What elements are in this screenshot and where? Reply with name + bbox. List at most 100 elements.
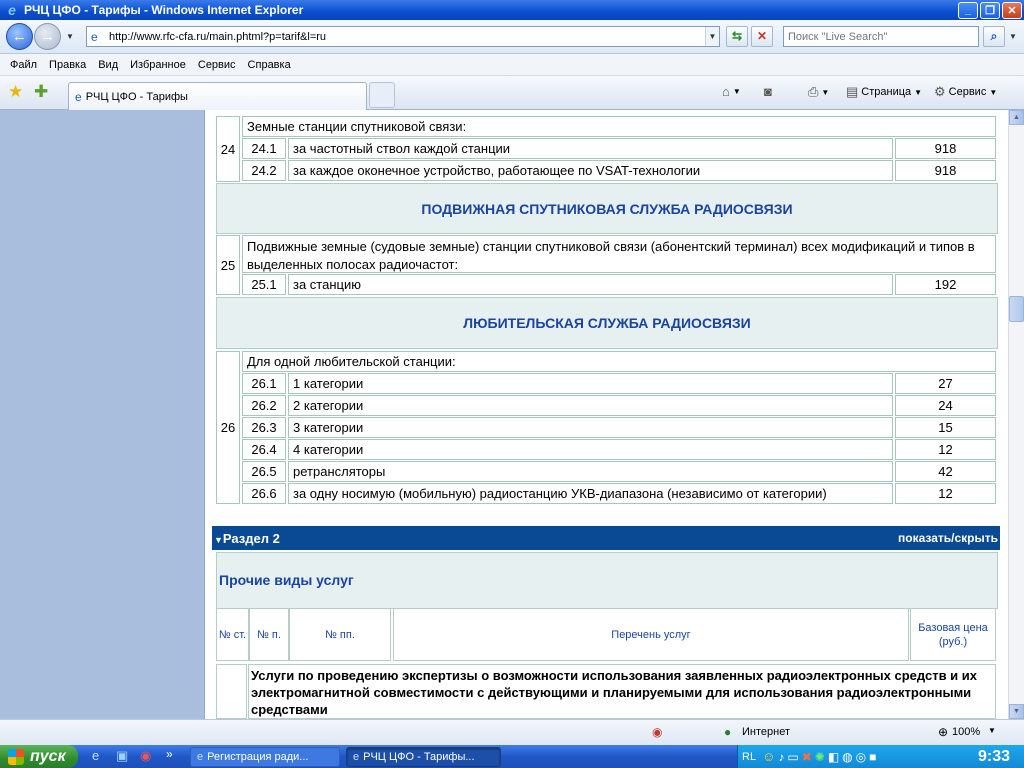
item-name: 3 категории — [288, 417, 893, 438]
back-button[interactable]: ← — [6, 23, 33, 50]
toggle-link[interactable]: показать/скрыть — [898, 531, 998, 545]
scroll-up-button[interactable]: ▲ — [1009, 110, 1024, 125]
item-name: за одну носимую (мобильную) радиостанцию… — [288, 483, 893, 504]
group-title-26: Для одной любительской станции: — [242, 351, 996, 372]
service-row-title: Услуги по проведению экспертизы о возмож… — [248, 664, 996, 719]
tray-app-icon[interactable]: ✺ — [815, 750, 825, 764]
section2-label: Раздел 2 — [222, 530, 280, 546]
zoom-icon: ⊕ — [938, 725, 949, 739]
url-input[interactable] — [109, 27, 705, 46]
window-titlebar[interactable]: e РЧЦ ЦФО - Тарифы - Windows Internet Ex… — [0, 0, 1024, 20]
clock[interactable]: 9:33 — [978, 745, 1010, 768]
menu-help[interactable]: Справка — [242, 59, 297, 71]
network-icon[interactable]: ▭ — [787, 750, 798, 764]
security-zone: Интернет — [742, 726, 790, 738]
page-menu-button[interactable]: ▤ Страница ▼ — [846, 84, 922, 100]
taskbar-button[interactable]: e Регистрация ради... — [190, 747, 340, 767]
tray-app-icon[interactable]: ◍ — [842, 750, 852, 764]
start-button[interactable]: пуск — [0, 745, 78, 768]
quicklaunch-more-icon[interactable]: » — [166, 747, 173, 761]
zoom-dropdown[interactable]: ▼ — [988, 726, 996, 735]
item-sub: 24.1 — [242, 138, 286, 159]
tray-app-icon[interactable]: ✖ — [802, 750, 812, 764]
home-icon: ⌂ — [722, 84, 730, 99]
quicklaunch-desktop-icon[interactable]: ▣ — [116, 748, 128, 764]
item-price: 24 — [895, 395, 996, 416]
search-options-dropdown[interactable]: ▼ — [1009, 32, 1017, 41]
search-input[interactable] — [784, 27, 978, 46]
tab-active[interactable]: e РЧЦ ЦФО - Тарифы — [68, 82, 367, 110]
address-field[interactable]: e ▼ — [86, 26, 720, 47]
page-icon: e — [75, 89, 82, 104]
printer-icon: ⎙ — [808, 84, 819, 99]
section2-header[interactable]: ▼Раздел 2 показать/скрыть — [212, 526, 1000, 550]
globe-icon: ● — [724, 725, 732, 739]
scroll-down-button[interactable]: ▼ — [1009, 704, 1024, 719]
search-icon[interactable]: ⌕ — [983, 26, 1005, 47]
tray-app-icon[interactable]: ◎ — [856, 750, 866, 764]
menu-view[interactable]: Вид — [92, 59, 124, 71]
new-tab-button[interactable] — [369, 82, 395, 108]
maximize-button[interactable]: ❐ — [980, 1, 1000, 19]
quicklaunch-ie-icon[interactable]: e — [92, 748, 99, 763]
chevron-down-icon[interactable]: ▼ — [705, 27, 719, 46]
item-sub: 26.1 — [242, 373, 286, 394]
group-title-25: Подвижные земные (судовые земные) станци… — [242, 235, 996, 273]
menu-edit[interactable]: Правка — [43, 59, 92, 71]
search-box[interactable] — [783, 26, 979, 47]
tariff-table: 24 Земные станции спутниковой связи: 24.… — [212, 110, 1000, 719]
menu-file[interactable]: Файл — [0, 59, 43, 71]
tab-label: РЧЦ ЦФО - Тарифы — [85, 90, 188, 103]
column-header-art: № ст. — [216, 608, 249, 661]
section2-title: ▼Раздел 2 — [214, 531, 280, 546]
column-header-pp: № пп. — [289, 608, 391, 661]
caret-down-icon: ▼ — [214, 534, 223, 545]
windows-logo-icon — [8, 748, 24, 765]
scroll-thumb[interactable] — [1009, 296, 1024, 322]
item-sub: 26.5 — [242, 461, 286, 482]
tray-app-icon[interactable]: ◧ — [828, 750, 839, 764]
menu-favorites[interactable]: Избранное — [124, 59, 192, 71]
forward-button[interactable]: → — [34, 23, 61, 50]
tray-app-icon[interactable]: ■ — [869, 750, 876, 764]
taskbar-button-label: Регистрация ради... — [207, 751, 309, 763]
quicklaunch-app-icon[interactable]: ◉ — [140, 748, 151, 764]
item-price: 27 — [895, 373, 996, 394]
column-header-list: Перечень услуг — [393, 608, 909, 661]
minimize-button[interactable]: _ — [958, 1, 978, 19]
zoom-level[interactable]: 100% — [952, 726, 980, 738]
group-number-25: 25 — [216, 235, 240, 295]
item-price: 15 — [895, 417, 996, 438]
section-heading-mobile-satellite: ПОДВИЖНАЯ СПУТНИКОВАЯ СЛУЖБА РАДИОСВЯЗИ — [216, 183, 998, 234]
status-bar: ◉ ● Интернет ⊕ 100% ▼ — [0, 719, 1024, 745]
taskbar-button-active[interactable]: e РЧЦ ЦФО - Тарифы... — [346, 747, 501, 767]
column-header-p: № п. — [249, 608, 289, 661]
rss-icon: ◙ — [764, 84, 772, 99]
item-sub: 24.2 — [242, 160, 286, 181]
language-indicator[interactable]: RL — [742, 751, 756, 763]
privacy-icon[interactable]: ◉ — [652, 725, 662, 739]
smiley-icon[interactable]: ☺ — [762, 749, 775, 764]
vertical-scrollbar[interactable]: ▲ ▼ — [1008, 110, 1024, 719]
page-menu-label: Страница — [861, 86, 912, 98]
volume-icon[interactable]: ♪ — [778, 750, 784, 764]
stop-button[interactable]: ✕ — [751, 26, 773, 47]
page-icon: ▤ — [846, 84, 859, 99]
tools-menu-label: Сервис — [948, 86, 987, 98]
favorites-star-icon[interactable]: ★ — [8, 82, 23, 102]
feeds-button[interactable]: ◙ — [764, 84, 772, 99]
recent-pages-dropdown[interactable]: ▼ — [66, 32, 74, 41]
add-favorite-icon[interactable]: ✚ — [34, 82, 48, 102]
home-button[interactable]: ⌂ ▼ — [722, 84, 741, 99]
close-button[interactable]: ✕ — [1002, 1, 1022, 19]
gear-icon: ⚙ — [934, 84, 946, 99]
item-price: 192 — [895, 274, 996, 295]
print-button[interactable]: ⎙ ▼ — [808, 84, 829, 100]
tools-menu-button[interactable]: ⚙ Сервис ▼ — [934, 84, 997, 100]
refresh-button[interactable]: ⇆ — [726, 26, 748, 47]
left-sidebar — [0, 110, 205, 719]
page-viewport[interactable]: 24 Земные станции спутниковой связи: 24.… — [0, 110, 1024, 719]
menu-tools[interactable]: Сервис — [192, 59, 242, 71]
section2-subtitle: Прочие виды услуг — [216, 552, 998, 609]
item-sub: 26.2 — [242, 395, 286, 416]
